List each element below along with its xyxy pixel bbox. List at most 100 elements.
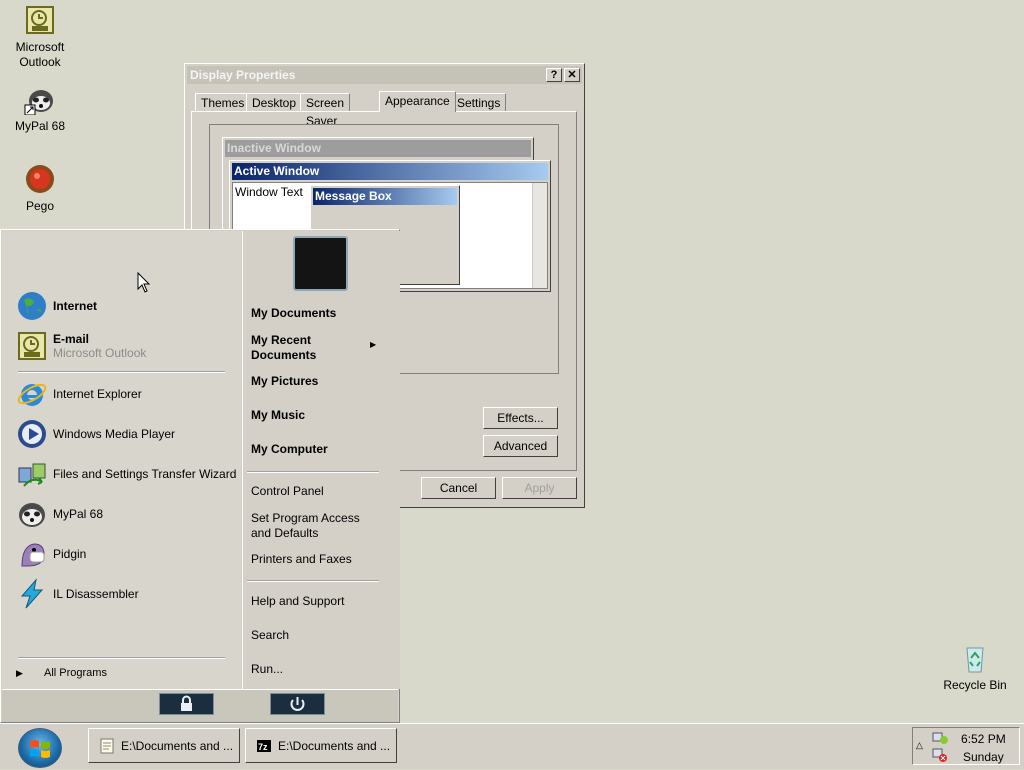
internet-explorer-icon [16,378,48,410]
preview-inactive-title: Inactive Window [225,140,531,157]
tab-screen-saver[interactable]: Screen Saver [300,93,351,128]
raccoon-icon [24,83,56,116]
recent-label: IL Disassembler [53,587,139,601]
system-tray: △ 6:52 PM Sunday [912,727,1020,765]
lightning-icon [16,578,48,610]
effects-button[interactable]: Effects... [483,407,558,429]
start-menu-footer [2,689,398,722]
taskbar-button-7zip[interactable]: 7z E:\Documents and ... [245,728,397,763]
user-picture[interactable] [293,236,348,291]
power-button[interactable] [270,693,325,715]
taskbar-button-label: E:\Documents and ... [278,738,391,753]
window-titlebar[interactable]: Display Properties ? ✕ [187,66,582,84]
pidgin-icon [16,538,48,570]
separator [247,471,379,473]
raccoon-icon [16,498,48,530]
recent-label: MyPal 68 [53,507,104,521]
seven-zip-icon: 7z [257,739,271,752]
window-title: Display Properties [190,68,296,82]
taskbar-button-label: E:\Documents and ... [121,738,234,753]
desktop-icon-mypal[interactable]: MyPal 68 [0,83,80,134]
recent-transfer-wizard[interactable]: Files and Settings Transfer Wizard [16,456,236,492]
start-menu-right-pane: My Documents My Recent Documents ▶ My Pi… [242,231,400,689]
recent-windows-media-player[interactable]: Windows Media Player [16,416,175,452]
pinned-title: Internet [53,299,98,313]
recent-internet-explorer[interactable]: Internet Explorer [16,376,142,412]
tab-settings[interactable]: Settings [451,93,507,111]
recent-mypal[interactable]: MyPal 68 [16,496,103,532]
pinned-subtitle: Microsoft Outlook [53,346,147,360]
taskbar-button-notepad[interactable]: E:\Documents and ... [88,728,240,763]
taskbar: E:\Documents and ... 7z E:\Documents and… [0,723,1024,769]
separator [18,371,225,373]
my-recent-documents-item[interactable]: My Recent Documents [251,333,331,363]
recycle-bin-icon [959,642,991,674]
globe-icon [16,290,48,322]
outlook-icon [16,330,48,362]
separator [18,657,225,659]
help-support-item[interactable]: Help and Support [251,594,344,609]
preview-window-text: Window Text [235,185,303,199]
triangle-right-icon: ▶ [16,668,23,678]
recent-pidgin[interactable]: Pidgin [16,536,86,572]
recent-label: Files and Settings Transfer Wizard [53,467,237,481]
tab-themes[interactable]: Themes [195,93,251,111]
pinned-email[interactable]: E-mail Microsoft Outlook [16,328,146,364]
recent-label: Pidgin [53,547,87,561]
start-button[interactable] [18,728,62,768]
recent-label: Internet Explorer [53,387,142,401]
cancel-button[interactable]: Cancel [421,477,496,499]
my-computer-item[interactable]: My Computer [251,442,328,457]
desktop-icon-label: Recycle Bin [943,678,1007,692]
program-access-item[interactable]: Set Program Access and Defaults [251,511,371,541]
pego-icon [24,163,56,195]
run-item[interactable]: Run... [251,662,283,677]
desktop-icon-recycle-bin[interactable]: Recycle Bin [935,642,1015,693]
desktop-icon-label: Pego [25,199,55,213]
tray-expand-icon[interactable]: △ [916,740,923,751]
search-item[interactable]: Search [251,628,289,643]
desktop-icon-label: Microsoft [15,40,65,54]
desktop-icon-pego[interactable]: Pego [0,163,80,214]
preview-message-box-title: Message Box [313,188,457,205]
svg-text:7z: 7z [258,742,268,752]
clock-time[interactable]: 6:52 PM [961,732,1006,746]
start-menu: Internet E-mail Microsoft Outlook Interne… [0,229,400,723]
all-programs-button[interactable]: ▶ All Programs [16,667,107,679]
desktop-icon-label: MyPal 68 [14,119,66,133]
recent-label: Windows Media Player [53,427,176,441]
mouse-cursor-icon [137,272,151,293]
tab-appearance[interactable]: Appearance [379,91,456,112]
tab-desktop[interactable]: Desktop [246,93,303,111]
help-button[interactable]: ? [546,68,562,82]
all-programs-label: All Programs [43,667,107,679]
separator [247,580,379,582]
pinned-internet[interactable]: Internet [16,288,97,324]
my-pictures-item[interactable]: My Pictures [251,374,318,389]
media-player-icon [16,418,48,450]
notepad-icon [100,738,114,753]
clock-day[interactable]: Sunday [963,750,1004,764]
outlook-icon [24,4,56,36]
transfer-wizard-icon [16,458,48,490]
submenu-arrow-icon: ▶ [370,340,377,349]
printers-faxes-item[interactable]: Printers and Faxes [251,552,352,567]
recent-il-disassembler[interactable]: IL Disassembler [16,576,139,612]
preview-active-title: Active Window [232,163,548,180]
desktop-icon-outlook[interactable]: Microsoft Outlook [0,4,80,70]
power-icon [290,697,305,711]
windows-logo-icon [30,740,50,758]
control-panel-item[interactable]: Control Panel [251,484,324,499]
lock-icon [181,695,192,711]
start-menu-left-pane: Internet E-mail Microsoft Outlook Interne… [2,231,241,689]
desktop-icon-label: Outlook [19,55,61,69]
my-documents-item[interactable]: My Documents [251,306,336,321]
apply-button[interactable]: Apply [502,477,577,499]
network-warning-icon[interactable] [931,747,949,763]
advanced-button[interactable]: Advanced [483,435,558,457]
network-icon[interactable] [931,730,949,746]
my-music-item[interactable]: My Music [251,408,305,423]
lock-button[interactable] [159,693,214,715]
close-button[interactable]: ✕ [564,68,580,82]
preview-scrollbar [532,183,547,288]
